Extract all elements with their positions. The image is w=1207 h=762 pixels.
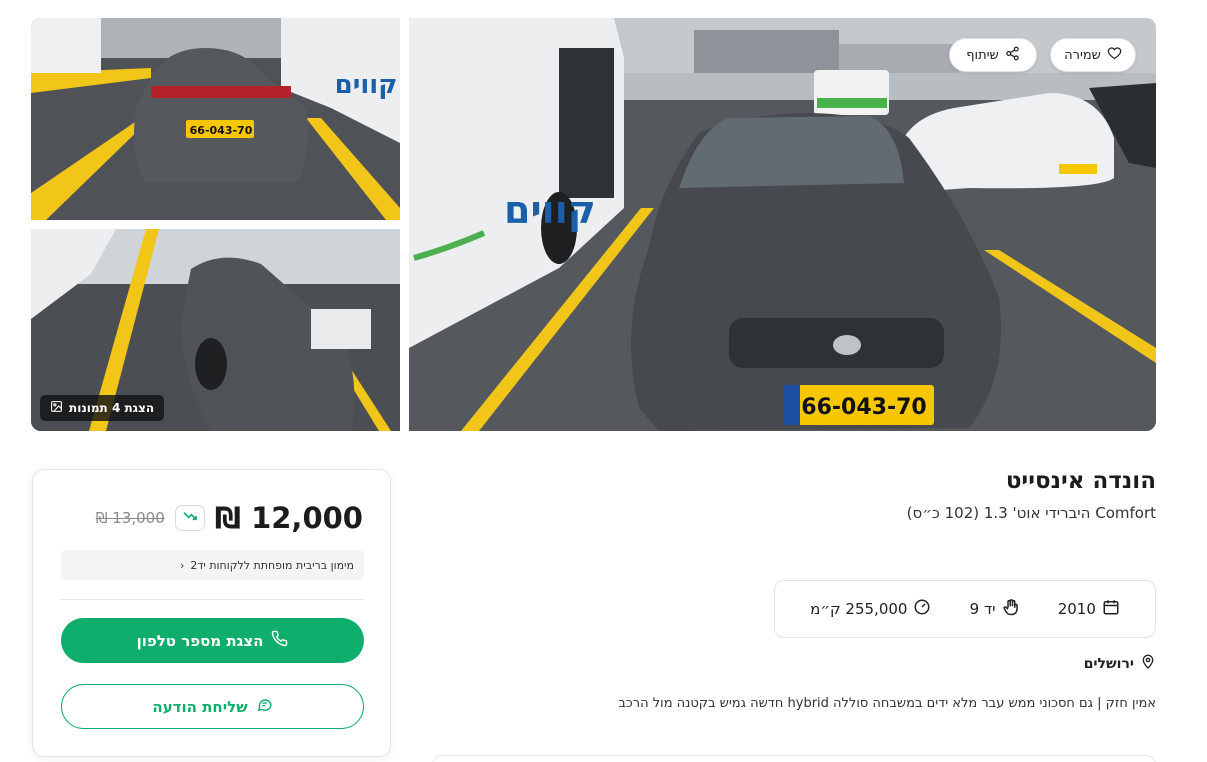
top-bus-logo: קווים xyxy=(335,70,398,100)
next-section-card xyxy=(432,755,1156,762)
listing-title: הונדה אינסייט xyxy=(1005,468,1156,494)
share-label: שיתוף xyxy=(966,47,999,63)
phone-icon xyxy=(271,630,288,651)
listing-description: אמין חזק | גם חסכוני ממש עבר מלא ידים במ… xyxy=(618,696,1156,711)
listing-page: קווים 66-043-70 שמירה שיתוף קווים 66-043… xyxy=(0,0,1207,762)
finance-text: מימון בריבית מופחתת ללקוחות יד2 xyxy=(190,558,354,572)
rear-photo-scene: קווים 66-043-70 xyxy=(31,18,400,220)
old-price: 13,000 ₪ xyxy=(95,509,165,527)
trend-down-icon xyxy=(182,508,198,528)
bus-logo-text: קווים xyxy=(504,188,596,232)
location: ירושלים xyxy=(1084,654,1156,674)
map-pin-icon xyxy=(1140,654,1156,674)
save-label: שמירה xyxy=(1064,47,1101,63)
price-trend-badge xyxy=(174,505,205,531)
send-message-label: שליחת הודעה xyxy=(152,697,248,716)
show-photos-label: הצגת 4 תמונות xyxy=(69,401,155,415)
message-icon xyxy=(256,696,273,717)
spec-mileage-value: 255,000 ק״מ xyxy=(810,600,908,618)
share-button[interactable]: שיתוף xyxy=(949,38,1037,72)
share-icon xyxy=(1005,46,1020,65)
chevron-left-icon: ‹ xyxy=(179,558,185,572)
price-row: 12,000 ₪ 13,000 ₪ xyxy=(61,498,363,538)
send-message-button[interactable]: שליחת הודעה xyxy=(61,684,364,729)
main-photo-scene: קווים 66-043-70 xyxy=(409,18,1156,431)
price: 12,000 ₪ xyxy=(214,501,363,535)
price-card: 12,000 ₪ 13,000 ₪ מימון בריבית מופחתת לל… xyxy=(32,469,391,757)
image-icon xyxy=(50,400,63,416)
finance-offer-link[interactable]: מימון בריבית מופחתת ללקוחות יד2 ‹ xyxy=(61,550,364,580)
save-button[interactable]: שמירה xyxy=(1050,38,1136,72)
show-all-photos-button[interactable]: הצגת 4 תמונות xyxy=(40,395,165,421)
top-plate-number: 66-043-70 xyxy=(190,124,253,137)
hand-icon xyxy=(1002,598,1020,620)
spec-mileage: 255,000 ק״מ xyxy=(810,598,931,620)
heart-icon xyxy=(1107,46,1122,65)
show-phone-label: הצגת מספר טלפון xyxy=(136,631,264,650)
spec-year-value: 2010 xyxy=(1057,600,1096,618)
divider xyxy=(61,599,364,600)
spec-hand-value: יד 9 xyxy=(969,600,996,618)
location-label: ירושלים xyxy=(1083,656,1134,672)
spec-hand: יד 9 xyxy=(970,598,1020,620)
main-car-photo[interactable]: קווים 66-043-70 xyxy=(409,18,1156,431)
listing-subtitle: Comfort היברידי אוט' 1.3 (102 כ״ס) xyxy=(906,504,1156,522)
specs-box: 2010 יד 9 255,000 ק״מ xyxy=(774,580,1156,638)
calendar-icon xyxy=(1102,598,1120,620)
main-plate-number: 66-043-70 xyxy=(801,395,926,420)
show-phone-button[interactable]: הצגת מספר טלפון xyxy=(61,618,364,663)
spec-year: 2010 xyxy=(1058,598,1120,620)
rear-car-photo[interactable]: קווים 66-043-70 xyxy=(31,18,400,220)
speedometer-icon xyxy=(913,598,931,620)
